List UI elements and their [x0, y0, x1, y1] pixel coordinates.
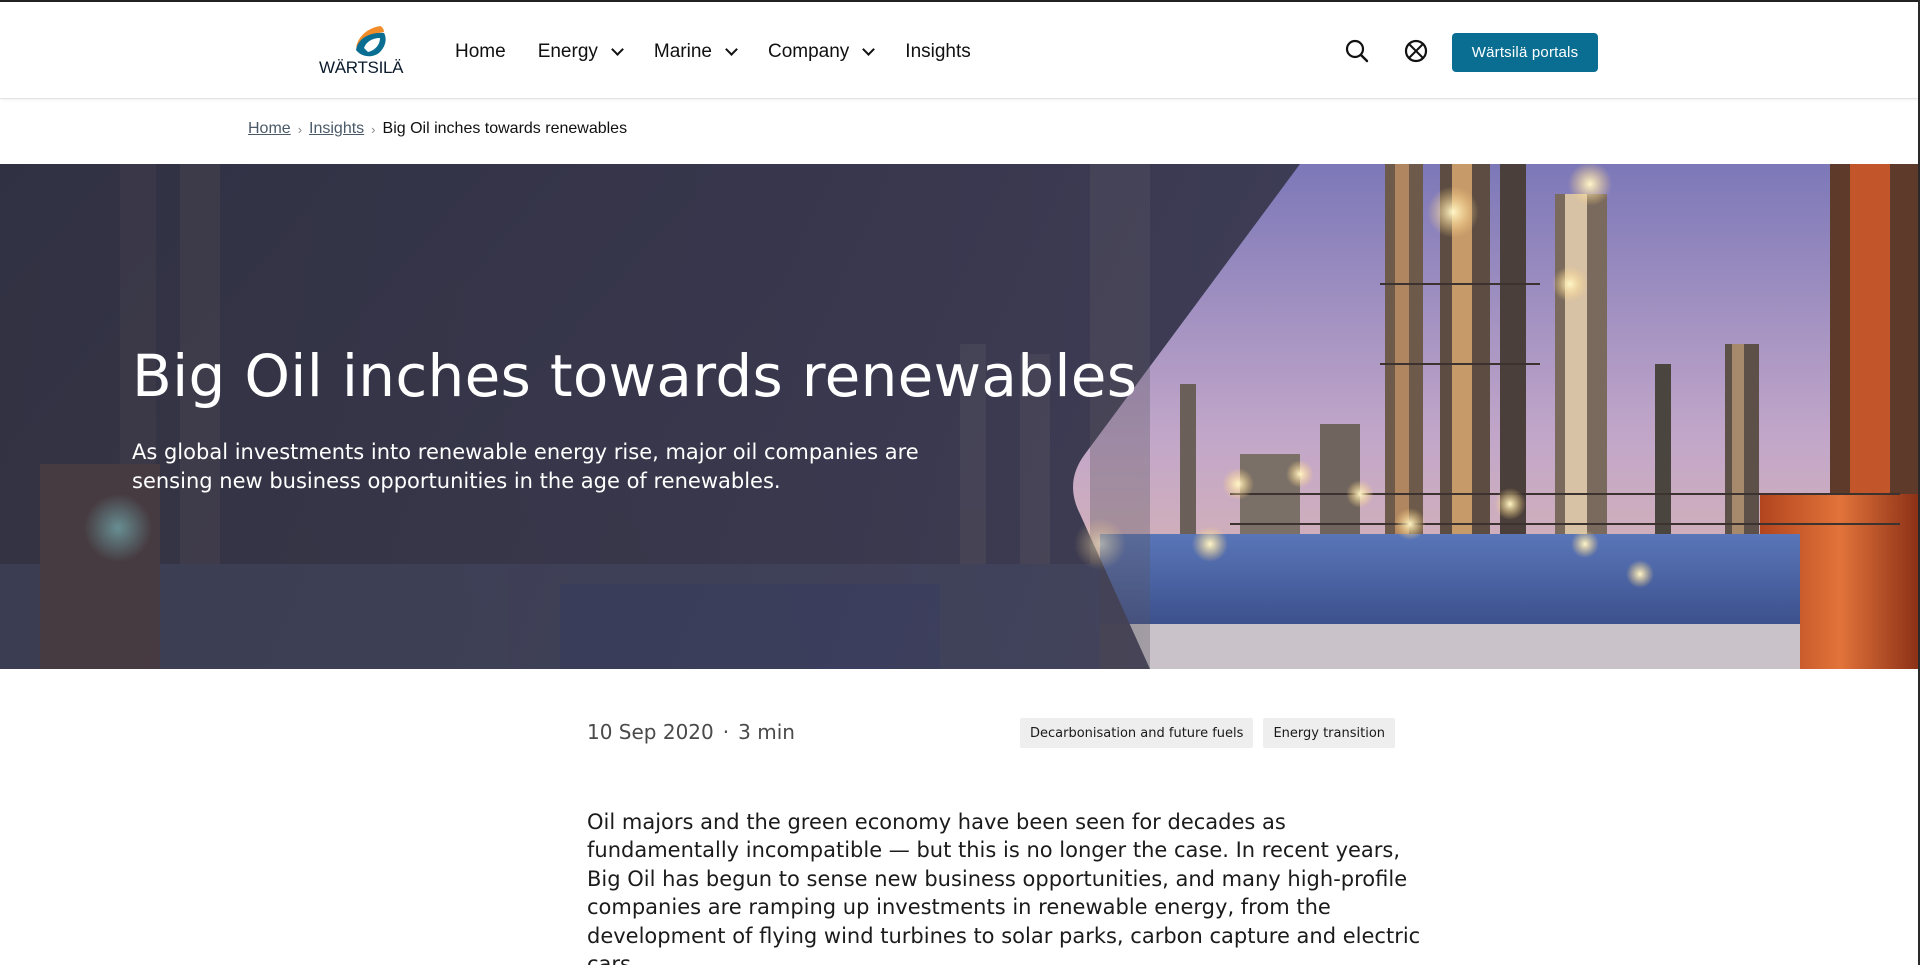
article-tags: Decarbonisation and future fuels Energy … — [1020, 718, 1405, 748]
site-header: WÄRTSILÄ Home Energy Marine Company Insi… — [0, 0, 1920, 99]
hero-banner: Big Oil inches towards renewables As glo… — [0, 164, 1920, 669]
breadcrumb-insights-link[interactable]: Insights — [309, 120, 364, 138]
tag-decarbonisation[interactable]: Decarbonisation and future fuels — [1020, 718, 1254, 748]
hero-subtitle: As global investments into renewable ene… — [132, 440, 919, 493]
nav-item-label: Home — [455, 41, 506, 62]
meta-separator: · — [722, 720, 730, 744]
breadcrumb: Home › Insights › Big Oil inches towards… — [248, 120, 627, 138]
tag-energy-transition[interactable]: Energy transition — [1263, 718, 1396, 748]
article-read-time: 3 min — [738, 720, 795, 744]
main-nav: Home Energy Marine Company Insights — [455, 39, 1003, 65]
nav-item-label: Company — [767, 41, 850, 62]
chevron-down-icon — [725, 43, 738, 56]
hero-title: Big Oil inches towards renewables — [132, 342, 1138, 410]
article-intro: Oil majors and the green economy have be… — [587, 810, 1421, 965]
chevron-down-icon — [862, 43, 876, 56]
globe-icon[interactable] — [1403, 38, 1429, 64]
nav-item-label: Insights — [905, 41, 971, 62]
nav-item-label: Marine — [653, 41, 712, 62]
article-date: 10 Sep 2020 — [587, 720, 714, 744]
logo-mark-icon — [356, 26, 386, 57]
breadcrumb-separator-icon: › — [297, 121, 303, 137]
nav-item-label: Energy — [537, 41, 598, 62]
wartsila-logo[interactable]: WÄRTSILÄ — [316, 24, 406, 82]
logo-wordmark: WÄRTSILÄ — [319, 58, 404, 77]
nav-item-insights[interactable]: Insights — [905, 41, 970, 63]
breadcrumb-separator-icon: › — [371, 121, 376, 137]
chevron-down-icon — [611, 43, 624, 56]
search-icon[interactable] — [1344, 38, 1370, 64]
nav-item-energy[interactable]: Energy — [537, 41, 624, 63]
portals-button[interactable]: Wärtsilä portals — [1452, 33, 1598, 72]
article-meta: 10 Sep 2020 · 3 min — [587, 720, 795, 744]
nav-item-home[interactable]: Home — [455, 41, 506, 63]
refinery-hero-image — [0, 164, 1920, 669]
breadcrumb-current: Big Oil inches towards renewables — [382, 120, 628, 137]
nav-item-marine[interactable]: Marine — [653, 41, 738, 63]
nav-item-company[interactable]: Company — [767, 41, 876, 63]
breadcrumb-home-link[interactable]: Home — [248, 120, 291, 138]
